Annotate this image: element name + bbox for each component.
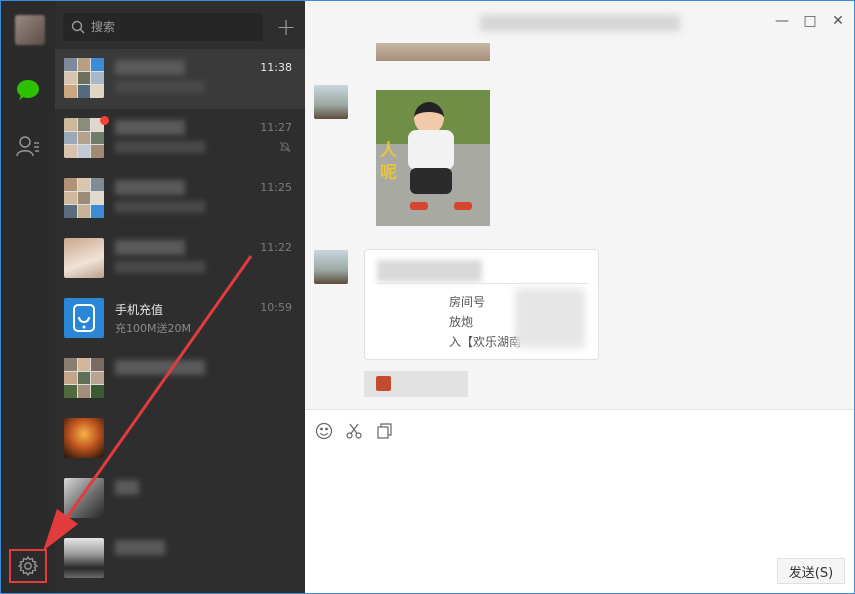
- conversation-name-redacted: [115, 180, 185, 195]
- message-input[interactable]: [315, 450, 845, 550]
- close-button[interactable]: ✕: [830, 13, 846, 29]
- group-avatar: [64, 118, 104, 158]
- conversation-item[interactable]: 11:38: [55, 49, 305, 109]
- conversation-name-redacted: [115, 120, 185, 135]
- conversation-name: 手机充值: [115, 303, 164, 317]
- conversation-name-redacted: [115, 540, 165, 555]
- conversation-item[interactable]: [55, 349, 305, 409]
- message-composer: 发送(S): [305, 409, 854, 593]
- conversation-list-panel: + 11:38 11:27: [55, 1, 305, 593]
- wechat-window: + 11:38 11:27: [0, 0, 855, 594]
- contact-avatar: [64, 418, 104, 458]
- sender-avatar[interactable]: [314, 85, 348, 119]
- conversation-item[interactable]: 11:25: [55, 169, 305, 229]
- window-controls: — □ ✕: [774, 13, 846, 29]
- search-icon: [71, 20, 85, 34]
- composer-toolbar: [315, 422, 393, 440]
- conversation-name-redacted: [115, 360, 205, 375]
- add-chat-button[interactable]: +: [273, 13, 299, 41]
- conversation-name-redacted: [115, 240, 185, 255]
- emoji-icon[interactable]: [315, 422, 333, 440]
- minimize-button[interactable]: —: [774, 13, 790, 29]
- conversation-time: 11:27: [260, 121, 292, 134]
- chat-title-redacted: [480, 15, 680, 31]
- contact-avatar: [64, 238, 104, 278]
- app-icon: [376, 376, 391, 391]
- maximize-button[interactable]: □: [802, 13, 818, 29]
- screenshot-scissors-icon[interactable]: [345, 422, 363, 440]
- conversation-item[interactable]: 手机充值 充100M送20M 10:59: [55, 289, 305, 349]
- group-avatar: [64, 178, 104, 218]
- conversation-preview-redacted: [115, 141, 205, 153]
- sender-avatar[interactable]: [314, 250, 348, 284]
- contact-avatar: [64, 538, 104, 578]
- conversation-preview-redacted: [115, 201, 205, 213]
- photo-caption: 人呢: [380, 141, 397, 183]
- group-avatar: [64, 358, 104, 398]
- phone-recharge-avatar: [64, 298, 104, 338]
- file-icon[interactable]: [375, 422, 393, 440]
- card-description: 房间号 放炮 入【欢乐湖南: [449, 295, 522, 349]
- contact-avatar: [64, 478, 104, 518]
- my-avatar[interactable]: [15, 15, 45, 45]
- conversation-time: 11:25: [260, 181, 292, 194]
- conversation-name-redacted: [115, 60, 185, 75]
- nav-rail: [1, 1, 55, 593]
- conversation-time: 11:22: [260, 241, 292, 254]
- settings-gear-icon[interactable]: [9, 549, 47, 583]
- conversation-item[interactable]: 11:27: [55, 109, 305, 169]
- chat-icon[interactable]: [15, 77, 41, 103]
- message-photo[interactable]: 人呢: [376, 90, 490, 226]
- conversation-preview-redacted: [115, 81, 205, 93]
- contacts-icon[interactable]: [15, 134, 41, 160]
- search-box[interactable]: [63, 13, 263, 41]
- phone-icon: [73, 304, 95, 332]
- group-avatar: [64, 58, 104, 98]
- shared-link-card[interactable]: 房间号 放炮 入【欢乐湖南: [364, 249, 599, 360]
- conversation-item[interactable]: 11:22: [55, 229, 305, 289]
- send-button[interactable]: 发送(S): [777, 558, 845, 584]
- card-title-redacted: [377, 260, 482, 282]
- mute-bell-icon: [279, 141, 291, 153]
- conversation-item[interactable]: [55, 469, 305, 529]
- search-input[interactable]: [91, 20, 251, 34]
- chat-panel: — □ ✕ 人呢 房间号 放炮 入【欢乐湖南 发送(S): [305, 1, 854, 593]
- conversation-name-redacted: [115, 480, 139, 495]
- conversation-time: 10:59: [260, 301, 292, 314]
- conversation-list: 11:38 11:27 11:25 11:22 手机充值 充100M送20M 1…: [55, 49, 305, 589]
- message-list: 人呢 房间号 放炮 入【欢乐湖南: [305, 43, 854, 409]
- unread-dot: [100, 116, 109, 125]
- conversation-preview-redacted: [115, 261, 205, 273]
- conversation-item[interactable]: [55, 409, 305, 469]
- message-image[interactable]: [376, 43, 490, 61]
- conversation-time: 11:38: [260, 61, 292, 74]
- conversation-preview: 充100M送20M: [115, 322, 191, 335]
- conversation-item[interactable]: [55, 529, 305, 589]
- message-bubble[interactable]: [364, 371, 468, 397]
